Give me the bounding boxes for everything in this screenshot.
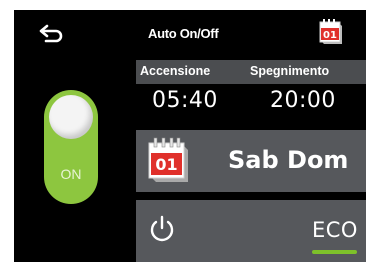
on-time-label: Accensione <box>140 64 211 78</box>
back-arrow-icon[interactable] <box>38 22 66 46</box>
calendar-icon: 01 <box>146 136 190 184</box>
eco-active-indicator <box>312 250 357 254</box>
calendar-icon[interactable]: 01 <box>318 18 344 46</box>
off-time-label: Spegnimento <box>250 64 330 78</box>
mode-button[interactable]: ECO <box>136 200 366 262</box>
calendar-icon-text: 01 <box>323 30 337 41</box>
power-icon[interactable] <box>148 214 176 244</box>
off-time-value[interactable]: 20:00 <box>270 88 336 113</box>
power-toggle[interactable]: ON <box>44 90 98 204</box>
schedule-header: Accensione Spegnimento <box>136 60 366 84</box>
eco-label[interactable]: ECO <box>312 218 358 242</box>
toggle-knob[interactable] <box>49 95 93 139</box>
toggle-state-label: ON <box>60 166 82 182</box>
auto-onoff-screen: Auto On/Off 01 Accensione Spegnimento 05… <box>14 10 366 262</box>
schedule-times[interactable]: Accensione Spegnimento 05:40 20:00 <box>136 60 366 124</box>
days-label: Sab Dom <box>228 146 349 174</box>
page-title: Auto On/Off <box>148 26 219 41</box>
on-time-value[interactable]: 05:40 <box>152 88 218 113</box>
days-button[interactable]: 01 Sab Dom <box>136 130 366 192</box>
calendar-icon-text: 01 <box>155 155 177 174</box>
